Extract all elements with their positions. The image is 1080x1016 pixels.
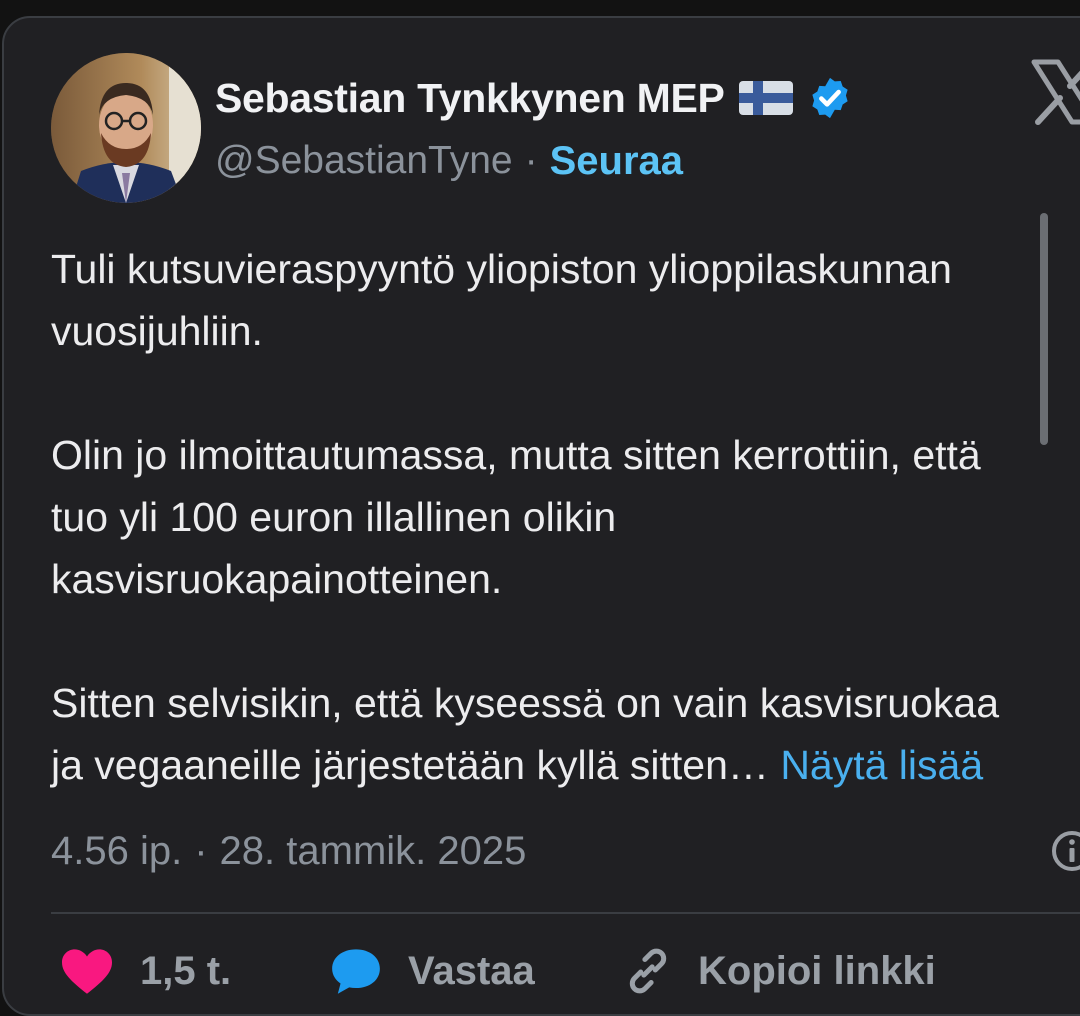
tweet-line: kasvisruokapainotteinen. [51,556,503,602]
avatar-photo [51,53,201,203]
separator: · [524,139,538,182]
reply-button[interactable]: Vastaa [328,946,535,996]
tweet-date: 28. tammik. 2025 [219,828,527,873]
link-icon [629,948,667,994]
finnish-flag-icon [738,81,793,115]
speech-bubble-icon [332,949,380,994]
info-icon[interactable] [1050,829,1080,873]
follow-button[interactable]: Seuraa [550,139,683,184]
author-display-name[interactable]: Sebastian Tynkkynen MEP [215,75,725,122]
tweet-time: 4.56 ip. [51,828,183,873]
show-more-link[interactable]: Näytä lisää [780,742,983,788]
author-name-row: Sebastian Tynkkynen MEP [215,70,853,126]
tweet-timestamp[interactable]: 4.56 ip. · 28. tammik. 2025 [51,825,526,877]
heart-icon [62,949,112,994]
tweet-line-text: ja vegaaneille järjestetään kyllä sitten… [51,742,769,788]
verified-badge-icon [811,77,848,119]
tweet-line: vuosijuhliin. [51,308,263,354]
copy-link-button[interactable]: Kopioi linkki [622,946,936,996]
copy-link-label: Kopioi linkki [698,948,936,993]
reply-label: Vastaa [408,948,535,993]
author-handle-row: @SebastianTyne · Seuraa [215,135,683,187]
tweet-line-last: ja vegaaneille järjestetään kyllä sitten… [51,734,1080,796]
author-handle[interactable]: @SebastianTyne [215,139,513,183]
tweet-line: Olin jo ilmoittautumassa, mutta sitten k… [51,432,981,478]
x-logo-icon[interactable] [1030,58,1080,126]
divider [51,912,1080,914]
like-button[interactable]: 1,5 t. [58,946,231,996]
tweet-line: Sitten selvisikin, että kyseessä on vain… [51,680,1000,726]
tweet-text: Tuli kutsuvieraspyyntö yliopiston yliopp… [51,238,1080,796]
avatar[interactable] [51,53,201,203]
separator: · [194,828,208,873]
tweet-line: Tuli kutsuvieraspyyntö yliopiston yliopp… [51,246,952,292]
tweet-line: tuo yli 100 euron illallinen olikin [51,494,617,540]
like-count: 1,5 t. [140,948,232,993]
